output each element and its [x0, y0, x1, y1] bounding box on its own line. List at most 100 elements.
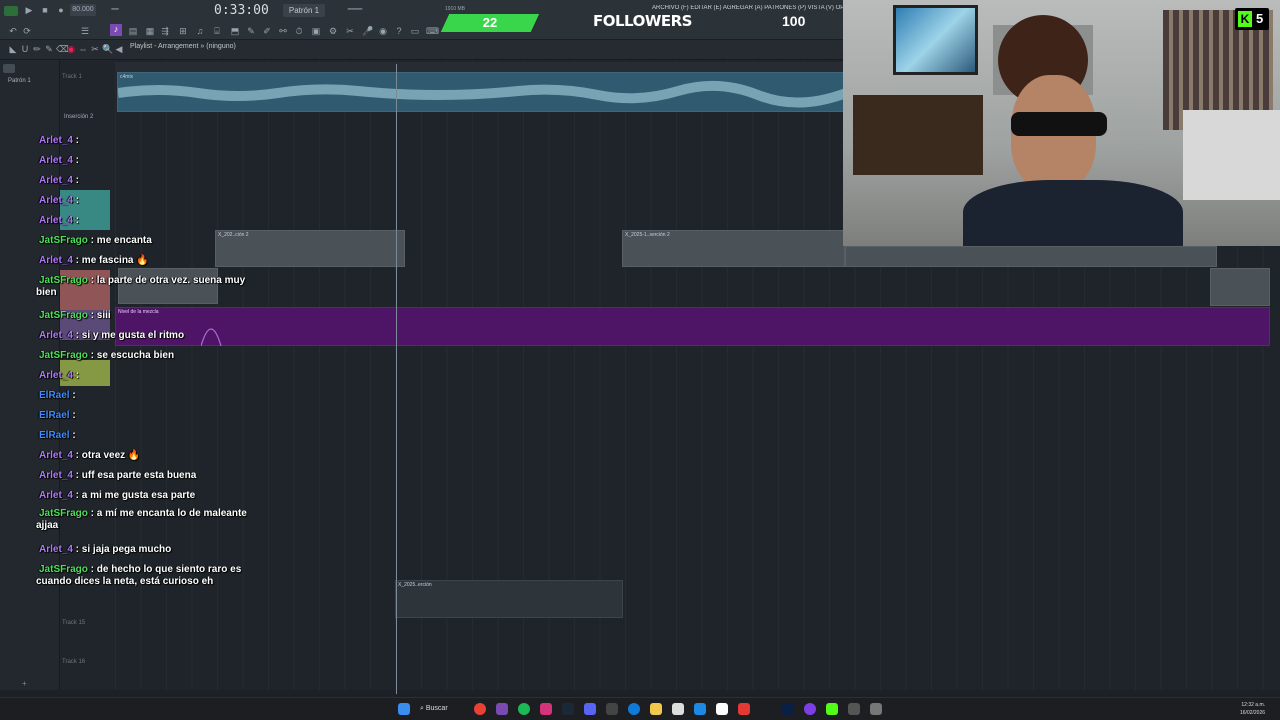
chat-username[interactable]: JatSFrago — [36, 275, 88, 286]
slice-icon[interactable]: ✂ — [90, 44, 100, 54]
grid-icon[interactable]: ⊞ — [178, 26, 188, 36]
audio-clip-bottom[interactable]: X_2025..erción — [395, 580, 623, 618]
pin-icon[interactable]: ✎ — [246, 26, 256, 36]
app-icon[interactable] — [716, 703, 728, 715]
playhead[interactable] — [396, 64, 397, 694]
fl-studio-icon[interactable] — [496, 703, 508, 715]
edge-icon[interactable] — [628, 703, 640, 715]
audio-clip-right[interactable] — [1210, 268, 1270, 306]
chat-username[interactable]: Arlet_4 — [36, 195, 73, 206]
chat-username[interactable]: Arlet_4 — [36, 544, 73, 555]
master-volume-slider[interactable]: ━━ — [104, 5, 126, 15]
chat-username[interactable]: Arlet_4 — [36, 370, 73, 381]
system-clock[interactable]: 12:32 a.m. 16/02/2026 — [1240, 701, 1265, 717]
recent-icon[interactable]: ⏱ — [294, 26, 304, 36]
audio-clip-mid-c[interactable] — [845, 246, 1217, 267]
tree-icon[interactable]: ⌸ — [212, 26, 222, 36]
track-1-label[interactable]: Track 1 — [62, 74, 82, 80]
add-pattern-icon[interactable]: + — [22, 679, 27, 688]
track-16-label[interactable]: Track 16 — [62, 659, 85, 665]
zoom-icon[interactable]: 🔍 — [102, 44, 113, 54]
chat-username[interactable]: Arlet_4 — [36, 135, 73, 146]
start-icon[interactable] — [398, 703, 410, 715]
browser-icon[interactable]: ⇶ — [160, 26, 170, 36]
spotify-icon[interactable] — [518, 703, 530, 715]
chat-username[interactable]: ElRael — [36, 410, 70, 421]
tempo-display[interactable]: 80.000 — [70, 4, 96, 16]
chat-username[interactable]: JatSFrago — [36, 350, 88, 361]
chrome-icon[interactable] — [474, 703, 486, 715]
chat-username[interactable]: JatSFrago — [36, 508, 88, 519]
settings-icon[interactable] — [848, 703, 860, 715]
track-2-label[interactable]: Inserción 2 — [64, 114, 93, 120]
steam-icon[interactable] — [562, 703, 574, 715]
slip-icon[interactable]: ⇔ — [78, 44, 88, 54]
record-icon[interactable]: ● — [56, 5, 66, 15]
chat-message: ElRael : — [36, 390, 266, 402]
store-icon[interactable] — [694, 703, 706, 715]
stop-icon[interactable]: ■ — [40, 5, 50, 15]
chat-separator: : — [69, 410, 76, 421]
discord-icon[interactable] — [584, 703, 596, 715]
delete-icon[interactable]: ⌫ — [56, 44, 69, 54]
chat-username[interactable]: JatSFrago — [36, 564, 88, 575]
chat-username[interactable]: Arlet_4 — [36, 470, 73, 481]
mute-icon[interactable]: ◉ — [66, 44, 76, 54]
channel-rack-icon[interactable]: ▦ — [145, 26, 155, 36]
media-icon[interactable] — [738, 703, 750, 715]
chat-icon[interactable]: ◉ — [378, 26, 388, 36]
monitor-icon[interactable]: ▭ — [410, 26, 420, 36]
chat-username[interactable]: JatSFrago — [36, 310, 88, 321]
instagram-icon[interactable] — [540, 703, 552, 715]
automation-clip[interactable]: Nivel de la mezcla — [115, 307, 1270, 347]
playlist-icon[interactable]: ♪ — [110, 24, 122, 36]
chat-username[interactable]: ElRael — [36, 430, 70, 441]
mic-icon[interactable]: 🎤 — [362, 26, 373, 36]
chat-username[interactable]: Arlet_4 — [36, 255, 73, 266]
explorer-icon[interactable] — [650, 703, 662, 715]
paint-icon[interactable]: ✎ — [44, 44, 54, 54]
arrow-icon[interactable]: ◣ — [8, 44, 18, 54]
draw-icon[interactable]: ✏ — [32, 44, 42, 54]
chat-username[interactable]: Arlet_4 — [36, 450, 73, 461]
gear-icon[interactable] — [870, 703, 882, 715]
timeline-ruler[interactable] — [115, 62, 845, 72]
obs-icon[interactable] — [804, 703, 816, 715]
save-icon[interactable]: ▣ — [311, 26, 321, 36]
taskbar-search[interactable]: ⌕ Buscar — [420, 702, 468, 716]
files-icon[interactable] — [606, 703, 618, 715]
plugin-icon[interactable]: ♫ — [195, 26, 205, 36]
link-icon[interactable]: ⚯ — [278, 26, 288, 36]
pattern-item[interactable]: Patrón 1 — [8, 78, 31, 84]
keyboard-icon[interactable]: ⌨ — [426, 26, 439, 36]
chat-username[interactable]: JatSFrago — [36, 235, 88, 246]
refresh-icon[interactable]: ⟳ — [22, 26, 32, 36]
audio-clip-top[interactable]: c4mix — [117, 72, 846, 112]
help-icon[interactable]: ? — [394, 26, 404, 36]
cut-icon[interactable]: ✂ — [345, 26, 355, 36]
audio-clip-mid-b[interactable]: X_2025-1..serción 2 — [622, 230, 845, 267]
chat-username[interactable]: Arlet_4 — [36, 490, 73, 501]
speaker-icon[interactable]: ◀ — [114, 44, 124, 54]
pattern-list-icon[interactable] — [3, 64, 15, 73]
chat-username[interactable]: ElRael — [36, 390, 70, 401]
chat-username[interactable]: Arlet_4 — [36, 155, 73, 166]
chat-username[interactable]: Arlet_4 — [36, 330, 73, 341]
waveform — [118, 80, 846, 108]
piano-roll-icon[interactable]: ▤ — [128, 26, 138, 36]
chat-username[interactable]: Arlet_4 — [36, 215, 73, 226]
magnet-icon[interactable]: U — [20, 44, 30, 54]
pen-icon[interactable]: ✐ — [262, 26, 272, 36]
track-15-label[interactable]: Track 15 — [62, 620, 85, 626]
render-icon[interactable]: ⬒ — [230, 26, 240, 36]
snap-selector[interactable]: ━━━━ — [335, 5, 375, 15]
photoshop-icon[interactable] — [782, 703, 794, 715]
undo-icon[interactable]: ↶ — [8, 26, 18, 36]
kick-app-icon[interactable] — [826, 703, 838, 715]
pattern-selector[interactable]: Patrón 1 — [283, 4, 325, 17]
chat-username[interactable]: Arlet_4 — [36, 175, 73, 186]
play-icon[interactable]: ▶ — [24, 5, 34, 15]
notepad-icon[interactable] — [672, 703, 684, 715]
cpu-icon[interactable]: ⚙ — [328, 26, 338, 36]
mixer-icon[interactable]: ☰ — [80, 26, 90, 36]
